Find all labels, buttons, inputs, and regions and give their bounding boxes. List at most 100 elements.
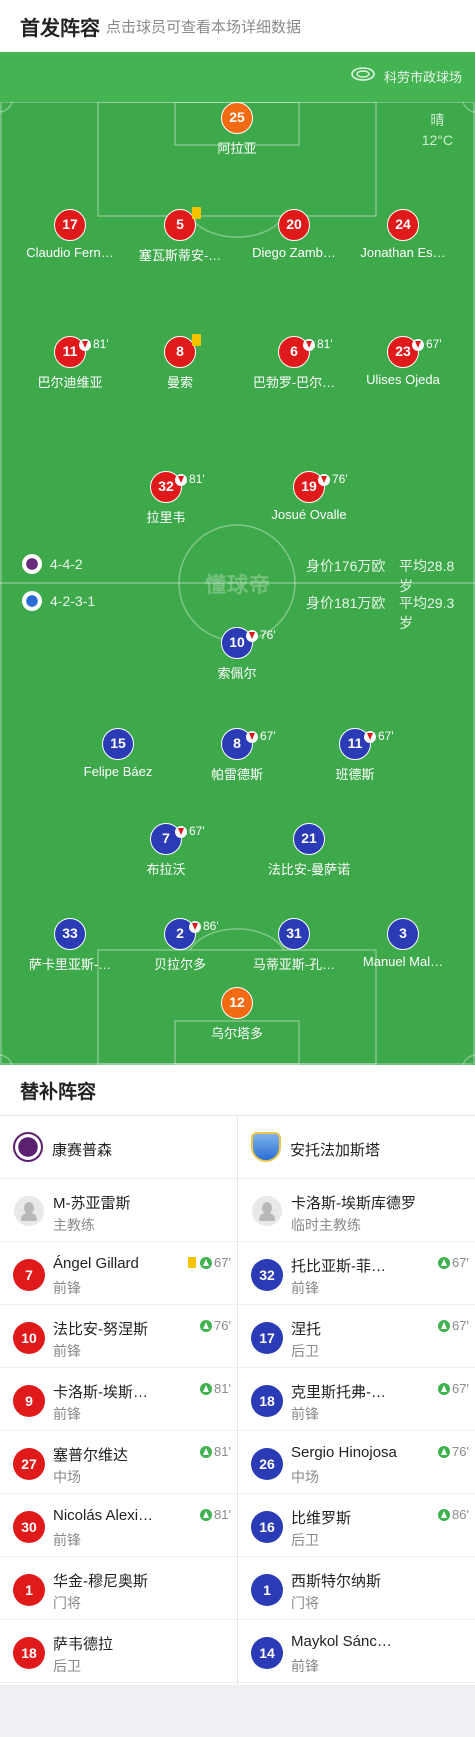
- sub-off-icon: [303, 338, 315, 351]
- home-player[interactable]: 24 Jonathan Es…: [338, 209, 468, 260]
- player-number: 26: [251, 1448, 283, 1480]
- sub-on-icon: [438, 1382, 451, 1395]
- away-market-value: 身价181万欧: [306, 595, 386, 611]
- home-player[interactable]: 32 81' 拉里韦: [101, 471, 231, 526]
- coach-row[interactable]: M-苏亚雷斯 主教练: [0, 1179, 237, 1242]
- player-number-badge: 2 86': [164, 918, 219, 950]
- bench-player-row[interactable]: 1 西斯特尔纳斯 门将: [238, 1557, 475, 1620]
- away-player[interactable]: 10 76' 索佩尔: [172, 627, 302, 682]
- player-name: 法比安-曼萨诺: [267, 862, 351, 877]
- sub-on-marker: 86': [438, 1507, 469, 1522]
- player-name: 卡洛斯-埃斯…: [53, 1384, 148, 1401]
- yellow-card-icon: [188, 1257, 197, 1268]
- player-number: 21: [293, 823, 325, 855]
- home-player[interactable]: 25 阿拉亚: [172, 102, 302, 157]
- player-name: Sergio Hinojosa: [291, 1444, 397, 1461]
- away-player[interactable]: 3 Manuel Mal…: [338, 918, 468, 969]
- away-player[interactable]: 12 乌尔塔多: [172, 987, 302, 1042]
- player-name: Maykol Sánc…: [291, 1633, 392, 1650]
- sub-on-marker: 81': [200, 1444, 231, 1459]
- bench-player-row[interactable]: 26 Sergio Hinojosa 中场 76': [238, 1431, 475, 1494]
- sub-minute: 76': [332, 472, 348, 486]
- away-player[interactable]: 11 67' 班德斯: [290, 728, 420, 783]
- home-bench-team[interactable]: 康赛普森: [0, 1116, 237, 1179]
- bench-player-row[interactable]: 10 法比安-努涅斯 前锋 76': [0, 1305, 237, 1368]
- team-name: 康赛普森: [52, 1142, 113, 1159]
- sub-on-icon: [438, 1508, 451, 1521]
- sub-on-icon: [200, 1382, 213, 1395]
- sub-off-marker: 67': [412, 330, 442, 359]
- home-player[interactable]: 19 76' Josué Ovalle: [244, 471, 374, 522]
- player-number: 25: [221, 102, 253, 134]
- bench-player-row[interactable]: 16 比维罗斯 后卫 86': [238, 1494, 475, 1557]
- team-name: 安托法加斯塔: [290, 1142, 381, 1159]
- player-number-badge: 5: [164, 207, 201, 241]
- player-name: 阿拉亚: [217, 141, 257, 156]
- away-player[interactable]: 15 Felipe Báez: [53, 728, 183, 779]
- sub-on-icon: [438, 1445, 451, 1458]
- bench-player-row[interactable]: 14 Maykol Sánc… 前锋: [238, 1620, 475, 1683]
- player-position: 门将: [291, 1595, 319, 1611]
- bench-player-row[interactable]: 27 塞普尔维达 中场 81': [0, 1431, 237, 1494]
- bench-player-row[interactable]: 7 Ángel Gillard 前锋 67': [0, 1242, 237, 1305]
- yellow-card-icon: [192, 207, 201, 219]
- coach-role: 临时主教练: [291, 1217, 361, 1233]
- sub-off-marker: 67': [364, 722, 394, 751]
- away-player[interactable]: 7 67' 布拉沃: [101, 823, 231, 878]
- player-name: 贝拉尔多: [153, 957, 206, 972]
- player-number-badge: 6 81': [278, 336, 333, 368]
- away-player[interactable]: 21 法比安-曼萨诺: [244, 823, 374, 878]
- lineup-header: 首发阵容 点击球员可查看本场详细数据: [0, 0, 475, 52]
- player-number: 11: [347, 735, 363, 751]
- sub-on-marker: 67': [438, 1381, 469, 1396]
- bench-player-row[interactable]: 30 Nicolás Alexi… 前锋 81': [0, 1494, 237, 1557]
- sub-on-marker: 67': [438, 1318, 469, 1333]
- away-player[interactable]: 2 86' 贝拉尔多: [115, 918, 245, 973]
- bench-player-row[interactable]: 17 涅托 后卫 67': [238, 1305, 475, 1368]
- away-bench-team[interactable]: 安托法加斯塔: [238, 1116, 475, 1179]
- player-number-badge: 32 81': [150, 471, 205, 503]
- stadium-icon: [351, 67, 375, 81]
- bench-player-row[interactable]: 18 萨韦德拉 后卫: [0, 1620, 237, 1683]
- sub-minute: 76': [452, 1444, 469, 1459]
- coach-name: 卡洛斯-埃斯库德罗: [291, 1195, 416, 1212]
- sub-minute: 86': [452, 1507, 469, 1522]
- player-name: Ulises Ojeda: [366, 372, 440, 387]
- player-number: 16: [251, 1511, 283, 1543]
- sub-on-icon: [438, 1256, 451, 1269]
- player-name: 涅托: [291, 1321, 322, 1338]
- player-number: 32: [251, 1259, 283, 1291]
- home-player[interactable]: 23 67' Ulises Ojeda: [338, 336, 468, 387]
- player-position: 前锋: [53, 1532, 81, 1548]
- away-player[interactable]: 8 67' 帕雷德斯: [172, 728, 302, 783]
- home-player[interactable]: 8 曼索: [115, 334, 245, 391]
- bench-player-row[interactable]: 1 华金-穆尼奥斯 门将: [0, 1557, 237, 1620]
- player-position: 中场: [53, 1469, 81, 1485]
- home-average-age: 平均28.8岁: [399, 558, 455, 594]
- player-position: 门将: [53, 1595, 81, 1611]
- player-name: 拉里韦: [146, 510, 186, 525]
- player-number-badge: 11 81': [54, 336, 109, 368]
- sub-off-icon: [412, 338, 424, 351]
- bench-player-row[interactable]: 18 克里斯托弗-… 前锋 67': [238, 1368, 475, 1431]
- sub-on-marker: 67': [438, 1255, 469, 1270]
- bench-player-row[interactable]: 32 托比亚斯-菲… 前锋 67': [238, 1242, 475, 1305]
- coach-row[interactable]: 卡洛斯-埃斯库德罗 临时主教练: [238, 1179, 475, 1242]
- sub-minute: 81': [93, 337, 109, 351]
- home-player[interactable]: 5 塞瓦斯蒂安-…: [115, 207, 245, 264]
- bench-title: 替补阵容: [20, 1082, 97, 1103]
- sub-on-marker: 81': [200, 1507, 231, 1522]
- player-name: 比维罗斯: [291, 1510, 352, 1527]
- coach-name: M-苏亚雷斯: [53, 1195, 131, 1212]
- player-number: 2: [176, 925, 184, 941]
- player-name: 法比安-努涅斯: [53, 1321, 148, 1338]
- away-bench-column: 安托法加斯塔 卡洛斯-埃斯库德罗 临时主教练 32 托比亚斯-菲… 前锋 67'…: [238, 1116, 475, 1683]
- player-number-badge: 10 76': [221, 627, 276, 659]
- bench-player-row[interactable]: 9 卡洛斯-埃斯… 前锋 81': [0, 1368, 237, 1431]
- player-position: 后卫: [53, 1658, 81, 1674]
- player-number: 17: [54, 209, 86, 241]
- sub-on-icon: [438, 1319, 451, 1332]
- player-number: 17: [251, 1322, 283, 1354]
- sub-minute: 67': [452, 1255, 469, 1270]
- player-number: 33: [54, 918, 86, 950]
